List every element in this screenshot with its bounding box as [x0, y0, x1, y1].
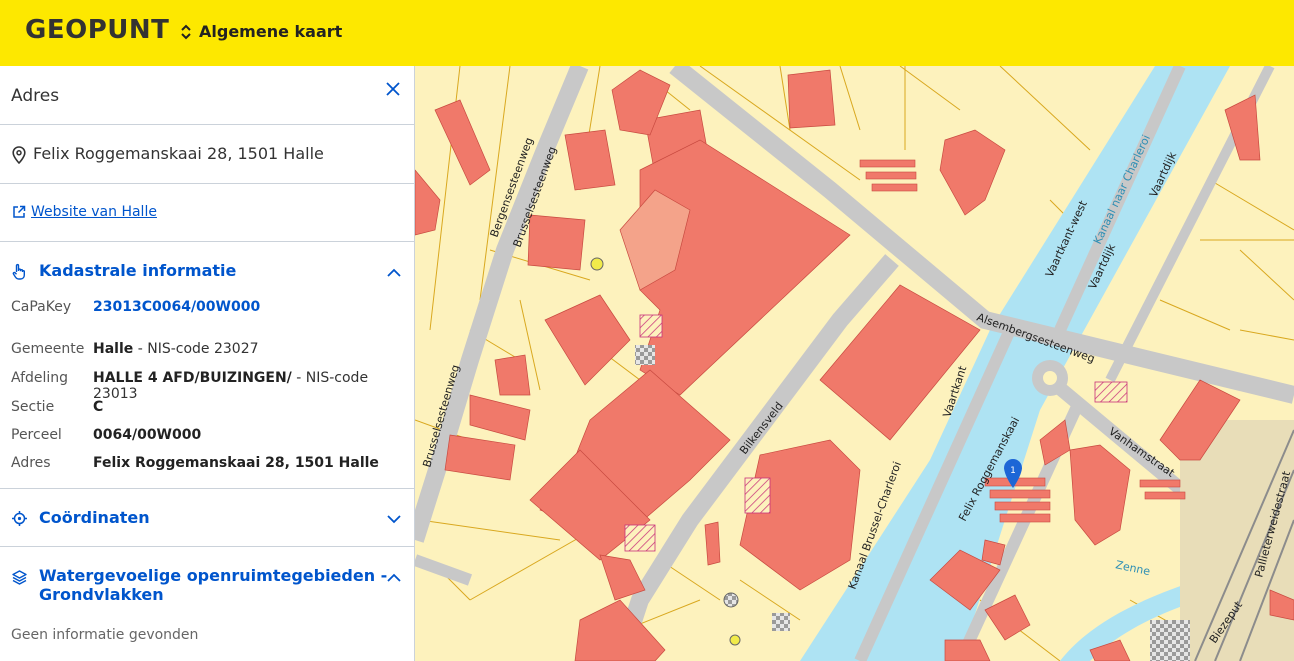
- sort-arrows-icon: [181, 24, 191, 39]
- chevron-up-icon[interactable]: [386, 265, 402, 281]
- utility-square: [772, 613, 790, 631]
- location-pin-icon: [12, 146, 26, 164]
- layers-icon: [12, 570, 27, 585]
- perceel-value: 0064/00W000: [93, 427, 201, 443]
- sectie-label: Sectie: [11, 399, 55, 415]
- top-bar: GEOPUNT Algemene kaart: [0, 0, 1294, 66]
- hand-pointer-icon: [12, 263, 25, 280]
- website-link[interactable]: Website van Halle: [31, 204, 157, 220]
- no-info-text: Geen informatie gevonden: [11, 627, 199, 643]
- info-panel: Adres Felix Roggemanskaai 28, 1501 Halle…: [0, 66, 415, 661]
- crosshair-icon: [12, 511, 27, 526]
- panel-header: Adres: [0, 66, 414, 125]
- map-svg[interactable]: Bergensesteenweg Brusselsesteenweg Bruss…: [415, 66, 1294, 661]
- adres-text: Felix Roggemanskaai 28, 1501 Halle: [93, 455, 379, 471]
- roundabout-center: [1043, 371, 1057, 385]
- afdeling-value: HALLE 4 AFD/BUIZINGEN/ - NIS-code 23013: [93, 370, 414, 402]
- coordinaten-section[interactable]: Coördinaten: [0, 489, 414, 547]
- kadastrale-informatie-section: Kadastrale informatie CaPaKey 23013C0064…: [0, 242, 414, 489]
- chevron-down-icon[interactable]: [386, 511, 402, 527]
- map-selector-label: Algemene kaart: [199, 22, 343, 41]
- capakey-label: CaPaKey: [11, 299, 72, 315]
- marker-number: 1: [1010, 466, 1016, 476]
- map-selector-button[interactable]: Algemene kaart: [180, 22, 342, 41]
- gemeente-name: Halle: [93, 341, 134, 357]
- gemeente-value: Halle - NIS-code 23027: [93, 341, 259, 357]
- watergevoelige-section: Watergevoelige openruimtegebieden - Gron…: [0, 547, 414, 661]
- utility-circle: [729, 634, 741, 646]
- close-icon[interactable]: [383, 79, 403, 99]
- panel-title: Adres: [11, 86, 60, 106]
- chevron-up-icon[interactable]: [386, 570, 402, 586]
- adres-value: Felix Roggemanskaai 28, 1501 Halle: [93, 455, 379, 471]
- geopunt-logo[interactable]: GEOPUNT: [25, 15, 169, 45]
- adres-label: Adres: [11, 455, 51, 471]
- utility-square: [635, 345, 655, 365]
- afdeling-name: HALLE 4 AFD/BUIZINGEN/: [93, 370, 292, 386]
- website-section: Website van Halle: [0, 184, 414, 242]
- sectie-text: C: [93, 399, 104, 415]
- perceel-text: 0064/00W000: [93, 427, 202, 443]
- utility-circle: [590, 257, 604, 271]
- watergevoelige-title-line1: Watergevoelige openruimtegebieden -: [39, 566, 388, 585]
- address-section: Felix Roggemanskaai 28, 1501 Halle: [0, 125, 414, 184]
- capakey-link[interactable]: 23013C0064/00W000: [93, 299, 260, 315]
- perceel-label: Perceel: [11, 427, 62, 443]
- utility-circle: [723, 592, 739, 608]
- gemeente-niscode: - NIS-code 23027: [133, 341, 259, 357]
- watergevoelige-title-line2: Grondvlakken: [39, 585, 164, 604]
- station-platform: [1150, 620, 1190, 661]
- coordinaten-title[interactable]: Coördinaten: [39, 508, 150, 527]
- sectie-value: C: [93, 399, 103, 415]
- watergevoelige-title[interactable]: Watergevoelige openruimtegebieden - Gron…: [39, 566, 387, 604]
- gemeente-label: Gemeente: [11, 341, 85, 357]
- external-link-icon: [13, 205, 26, 218]
- map-canvas[interactable]: Bergensesteenweg Brusselsesteenweg Bruss…: [415, 66, 1294, 661]
- kadastrale-informatie-title[interactable]: Kadastrale informatie: [39, 261, 236, 280]
- afdeling-label: Afdeling: [11, 370, 69, 386]
- address-text: Felix Roggemanskaai 28, 1501 Halle: [33, 144, 324, 163]
